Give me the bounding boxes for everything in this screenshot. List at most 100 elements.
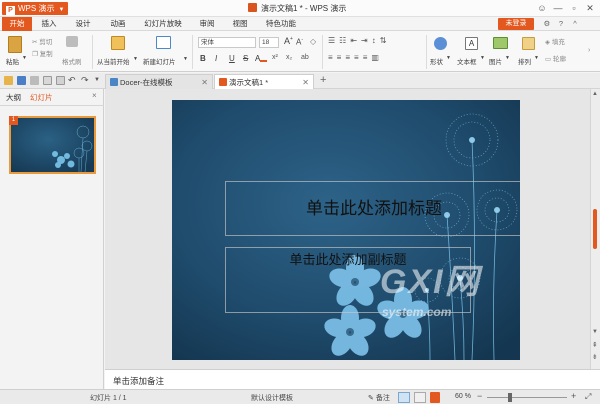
text-direction-icon[interactable]: ⇅ xyxy=(380,36,391,45)
paste-dropdown-icon[interactable]: ▼ xyxy=(22,55,27,61)
decrease-indent-icon[interactable]: ⇤ xyxy=(350,36,361,45)
save-icon[interactable] xyxy=(17,76,26,85)
format-painter-icon[interactable] xyxy=(66,36,78,47)
new-slide-icon[interactable] xyxy=(156,36,171,49)
paste-button[interactable]: 粘贴 xyxy=(6,56,19,66)
zoom-slider-track[interactable] xyxy=(487,397,567,398)
arrange-dropdown-icon[interactable]: ▼ xyxy=(534,55,539,61)
menu-review[interactable]: 审阅 xyxy=(192,17,222,31)
export-icon[interactable] xyxy=(56,76,65,85)
fit-window-icon[interactable]: ⤢ xyxy=(585,392,591,402)
help-icon[interactable]: ? xyxy=(556,17,566,31)
line-spacing-icon[interactable]: ↕ xyxy=(372,36,380,45)
menu-animation[interactable]: 动画 xyxy=(103,17,133,31)
outline-button[interactable]: ▭ 轮廓 xyxy=(545,53,566,63)
grow-font-button[interactable]: A+ xyxy=(284,36,293,46)
textbox-button[interactable]: 文本框 xyxy=(457,56,477,66)
shape-dropdown-icon[interactable]: ▼ xyxy=(446,55,451,61)
prev-slide-icon[interactable]: ⇞ xyxy=(592,341,598,349)
textbox-icon[interactable]: A xyxy=(465,37,478,50)
notes-placeholder[interactable]: 单击添加备注 xyxy=(113,375,164,387)
collapse-ribbon-icon[interactable]: ^ xyxy=(570,17,580,31)
font-color-icon[interactable]: A xyxy=(255,54,268,63)
new-slide-button[interactable]: 新建幻灯片 xyxy=(143,56,176,66)
menu-home[interactable]: 开始 xyxy=(2,17,32,31)
font-size-select[interactable]: 18 xyxy=(259,37,279,48)
minimize-button[interactable]: — xyxy=(550,0,566,17)
tab-presentation[interactable]: 演示文稿1 * ✕ xyxy=(214,74,314,89)
numbering-icon[interactable]: ☷ xyxy=(339,36,350,45)
close-button[interactable]: ✕ xyxy=(582,0,598,17)
subtitle-placeholder[interactable]: 单击此处添加副标题 xyxy=(225,247,471,313)
zoom-in-icon[interactable]: + xyxy=(571,391,576,401)
vertical-scrollbar[interactable]: ▲ ▼ ⇞ ⇟ xyxy=(590,89,600,369)
redo-icon[interactable]: ↷ xyxy=(81,76,90,85)
columns-icon[interactable]: ▥ xyxy=(371,53,383,62)
paste-icon[interactable] xyxy=(8,36,22,53)
qat-dropdown-icon[interactable]: ▼ xyxy=(94,76,103,85)
app-menu-button[interactable]: P WPS 演示 ▼ xyxy=(2,2,68,15)
shape-button[interactable]: 形状 xyxy=(430,56,443,66)
play-from-current-icon[interactable] xyxy=(111,36,125,50)
justify-icon[interactable]: ≡ xyxy=(354,53,363,62)
align-right-icon[interactable]: ≡ xyxy=(345,53,354,62)
slide[interactable]: GXI网 system.com 单击此处添加标题 单击此处添加副标题 xyxy=(172,100,520,360)
strikethrough-button[interactable]: S xyxy=(243,54,248,63)
underline-button[interactable]: U xyxy=(229,54,235,63)
arrange-icon[interactable] xyxy=(522,37,535,50)
bold-button[interactable]: B xyxy=(200,54,206,63)
scroll-up-icon[interactable]: ▲ xyxy=(592,91,598,97)
login-button[interactable]: 未登录 xyxy=(498,18,534,30)
from-current-dropdown-icon[interactable]: ▼ xyxy=(133,56,138,62)
ribbon-scroll-icon[interactable]: › xyxy=(588,47,590,54)
undo-icon[interactable]: ↶ xyxy=(68,76,77,85)
copy-button[interactable]: ❐ 复制 xyxy=(32,48,53,58)
zoom-slider-thumb[interactable] xyxy=(508,393,512,402)
settings-icon[interactable]: ⚙ xyxy=(542,17,552,31)
menu-insert[interactable]: 插入 xyxy=(34,17,64,31)
picture-dropdown-icon[interactable]: ▼ xyxy=(505,55,510,61)
new-tab-icon[interactable]: + xyxy=(320,74,326,86)
subscript-icon[interactable]: x₂ xyxy=(286,54,292,61)
slideshow-icon[interactable] xyxy=(430,392,440,403)
next-slide-icon[interactable]: ⇟ xyxy=(592,353,598,361)
close-tab-icon[interactable]: ✕ xyxy=(201,75,208,90)
zoom-level[interactable]: 60 % xyxy=(455,393,471,400)
cut-button[interactable]: ✂ 剪切 xyxy=(32,36,52,46)
tab-outline[interactable]: 大纲 xyxy=(6,92,21,103)
slide-thumbnail[interactable] xyxy=(9,116,96,174)
slide-sorter-icon[interactable] xyxy=(414,392,426,403)
picture-icon[interactable] xyxy=(493,37,508,49)
textbox-dropdown-icon[interactable]: ▼ xyxy=(480,55,485,61)
close-pane-icon[interactable]: × xyxy=(92,91,97,100)
picture-button[interactable]: 图片 xyxy=(489,56,502,66)
skin-icon[interactable]: ☺ xyxy=(534,0,550,17)
italic-button[interactable]: I xyxy=(215,54,217,63)
align-buttons[interactable]: ≡≡≡≡≡▥ xyxy=(328,53,383,62)
format-painter-button[interactable]: 格式刷 xyxy=(62,56,82,66)
notes-toggle[interactable]: ✎ 备注 xyxy=(368,393,390,403)
bullets-icon[interactable]: ☰ xyxy=(328,36,339,45)
print-preview-icon[interactable] xyxy=(43,76,52,85)
normal-view-icon[interactable] xyxy=(398,392,410,403)
from-current-button[interactable]: 从当前开始 xyxy=(97,56,130,66)
menu-special[interactable]: 特色功能 xyxy=(260,17,302,31)
close-tab-icon[interactable]: ✕ xyxy=(302,75,309,90)
menu-design[interactable]: 设计 xyxy=(68,17,98,31)
scroll-thumb[interactable] xyxy=(593,209,597,249)
arrange-button[interactable]: 排列 xyxy=(518,56,531,66)
tab-docer-templates[interactable]: Docer-在线模板 ✕ xyxy=(105,74,213,89)
new-slide-dropdown-icon[interactable]: ▼ xyxy=(183,56,188,62)
text-effect-icon[interactable]: ab xyxy=(301,54,309,61)
print-icon[interactable] xyxy=(30,76,39,85)
clear-format-icon[interactable]: ◇ xyxy=(310,37,316,46)
open-icon[interactable] xyxy=(4,76,13,85)
increase-indent-icon[interactable]: ⇥ xyxy=(361,36,372,45)
scroll-down-icon[interactable]: ▼ xyxy=(592,329,598,335)
fill-button[interactable]: ◈ 填充 xyxy=(545,36,565,46)
list-buttons[interactable]: ☰☷⇤⇥↕⇅ xyxy=(328,36,390,45)
menu-view[interactable]: 视图 xyxy=(225,17,255,31)
title-placeholder[interactable]: 单击此处添加标题 xyxy=(225,181,520,236)
tab-slides[interactable]: 幻灯片 xyxy=(30,92,53,103)
shape-icon[interactable] xyxy=(434,37,447,50)
